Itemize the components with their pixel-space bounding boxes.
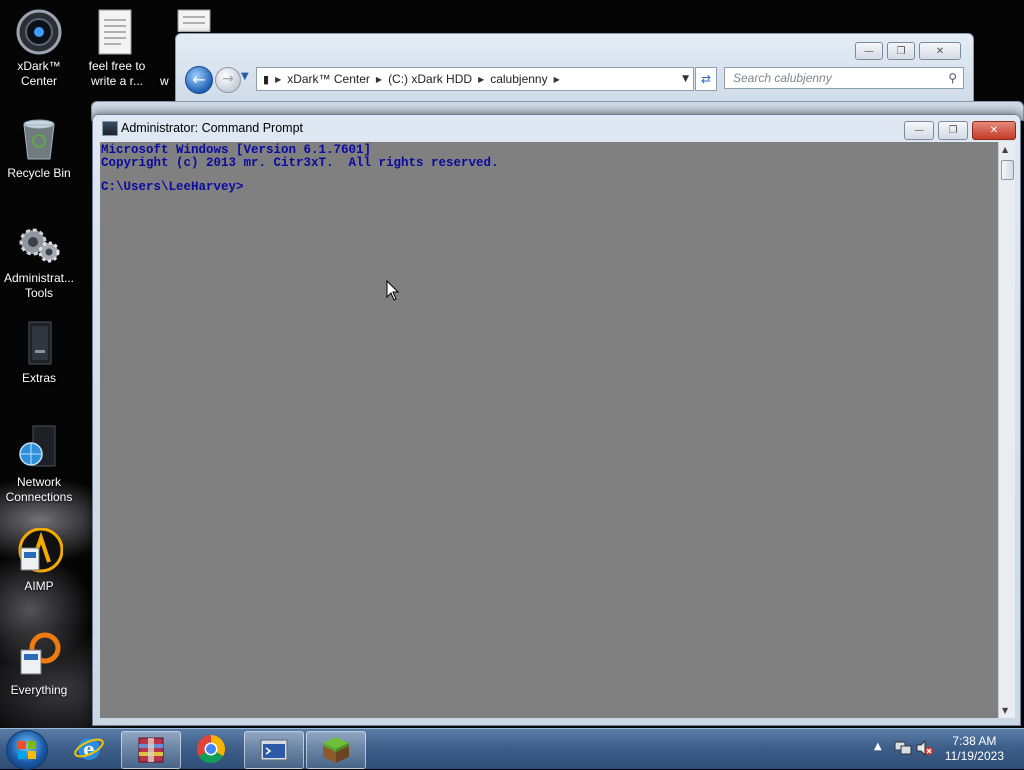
- history-dropdown-icon[interactable]: ▼: [241, 71, 249, 82]
- system-tray: ▲ 7:38 AM 11/19/2023: [864, 729, 1024, 769]
- taskbar-internet-explorer[interactable]: e: [60, 731, 118, 767]
- maximize-button[interactable]: ❐: [938, 121, 968, 140]
- desktop-icon-recycle-bin[interactable]: Recycle Bin: [0, 115, 78, 181]
- desktop-icon-label: Center: [20, 74, 58, 88]
- desktop-icon-network-connections[interactable]: Network Connections: [0, 424, 78, 505]
- taskbar-minecraft[interactable]: [306, 731, 366, 769]
- scrollbar-thumb[interactable]: [1001, 160, 1014, 180]
- xdark-center-icon: [16, 9, 62, 55]
- maximize-button[interactable]: ❐: [887, 42, 915, 60]
- desktop-icon-label: feel free to: [88, 59, 146, 73]
- chevron-down-icon[interactable]: ▼: [678, 74, 693, 84]
- desktop-icon-aimp[interactable]: AIMP: [0, 528, 78, 594]
- start-button[interactable]: [6, 730, 48, 770]
- desktop-icon-label: w: [160, 74, 169, 88]
- everything-search-icon: [20, 632, 61, 675]
- refresh-icon[interactable]: ⇄: [695, 67, 717, 91]
- desktop-icon-text-file[interactable]: feel free to write a r...: [78, 8, 156, 89]
- minecraft-grass-block-icon: [323, 737, 349, 763]
- desktop-icon-everything[interactable]: Everything: [0, 632, 78, 698]
- taskbar: e ▲ 7:38 AM 11/19/2023: [0, 728, 1024, 770]
- minimize-button[interactable]: —: [904, 121, 934, 140]
- windows-logo-icon: [18, 741, 36, 759]
- desktop-icon-label: Network: [16, 475, 61, 489]
- console-output[interactable]: Microsoft Windows [Version 6.1.7601] Copy…: [100, 142, 998, 718]
- clock-date: 11/19/2023: [944, 749, 1004, 763]
- console-line: Copyright (c) 2013 mr. Citr3xT. All righ…: [101, 155, 499, 170]
- recycle-bin-icon: [23, 119, 55, 160]
- winrar-icon: [138, 737, 164, 763]
- desktop-icon-label: Recycle Bin: [7, 166, 71, 180]
- breadcrumb-arrow-icon[interactable]: ▶: [554, 75, 560, 84]
- network-icon[interactable]: [894, 740, 912, 756]
- command-prompt-window[interactable]: Administrator: Command Prompt — ❐ ✕ Micr…: [92, 114, 1021, 726]
- folder-icon: [28, 321, 52, 365]
- desktop-icon-label: Administrat...: [3, 271, 75, 285]
- desktop-icon-label: Connections: [5, 490, 73, 504]
- internet-explorer-icon: e: [74, 738, 104, 760]
- desktop-icon-label: Everything: [10, 683, 68, 697]
- search-icon[interactable]: ⚲: [948, 71, 957, 85]
- cmd-caption-buttons: — ❐ ✕: [904, 121, 1016, 140]
- console-prompt: C:\Users\LeeHarvey>: [101, 180, 244, 194]
- close-button[interactable]: ✕: [919, 42, 961, 60]
- scroll-down-icon[interactable]: ▼: [1002, 706, 1008, 715]
- desktop-icon-label: Tools: [24, 286, 53, 300]
- scroll-up-icon[interactable]: ▲: [1002, 145, 1008, 154]
- vertical-scrollbar[interactable]: ▲ ▼: [998, 142, 1015, 718]
- desktop-icon-label: xDark™: [17, 59, 61, 73]
- close-button[interactable]: ✕: [972, 121, 1016, 140]
- minimize-button[interactable]: —: [855, 42, 883, 60]
- window-title: Administrator: Command Prompt: [121, 121, 304, 135]
- system-clock[interactable]: 7:38 AM 11/19/2023: [945, 734, 1004, 764]
- aimp-icon: [18, 528, 63, 573]
- desktop-icon-administrative-tools[interactable]: Administrat... Tools: [0, 220, 78, 301]
- desktop: xDark™ Center feel free to write a r... …: [0, 0, 1024, 728]
- back-arrow-icon[interactable]: ←: [185, 66, 213, 94]
- network-globe-icon: [19, 425, 56, 467]
- command-prompt-icon: [102, 121, 118, 136]
- chrome-icon: [197, 735, 225, 763]
- drive-icon: ▮: [263, 72, 270, 86]
- breadcrumb-item[interactable]: (C:) xDark HDD: [382, 72, 478, 86]
- search-placeholder: Search calubjenny: [733, 71, 832, 85]
- mouse-cursor-icon: [386, 280, 400, 301]
- gears-icon: [19, 228, 60, 263]
- taskbar-winrar[interactable]: [121, 731, 181, 769]
- search-input[interactable]: Search calubjenny ⚲: [724, 67, 964, 89]
- text-document-icon: [98, 9, 132, 55]
- desktop-icon-label: Extras: [21, 371, 56, 385]
- taskbar-google-chrome[interactable]: [182, 731, 240, 767]
- desktop-icon-partial-file[interactable]: w: [156, 8, 216, 88]
- volume-muted-icon[interactable]: [916, 740, 934, 756]
- show-hidden-icons-icon[interactable]: ▲: [874, 741, 882, 752]
- desktop-icon-label: write a r...: [90, 74, 143, 88]
- desktop-icon-extras[interactable]: Extras: [0, 320, 78, 386]
- desktop-icon-label: AIMP: [24, 579, 54, 593]
- command-prompt-icon: [260, 739, 288, 761]
- explorer-caption-buttons: — ❐ ✕: [855, 42, 961, 60]
- breadcrumb-item[interactable]: xDark™ Center: [281, 72, 376, 86]
- taskbar-command-prompt[interactable]: [244, 731, 304, 769]
- text-document-icon: [177, 9, 211, 32]
- desktop-icon-xdark-center[interactable]: xDark™ Center: [0, 8, 78, 89]
- address-bar[interactable]: ▮ ▶ xDark™ Center ▶ (C:) xDark HDD ▶ cal…: [256, 67, 694, 91]
- forward-arrow-icon[interactable]: →: [215, 67, 241, 93]
- clock-time: 7:38 AM: [952, 734, 997, 748]
- explorer-window[interactable]: — ❐ ✕ ← → ▼ ▮ ▶ xDark™ Center ▶ (C:) xDa…: [175, 33, 974, 105]
- breadcrumb-item[interactable]: calubjenny: [484, 72, 553, 86]
- console-line: Microsoft Windows [Version 6.1.7601]: [101, 143, 372, 157]
